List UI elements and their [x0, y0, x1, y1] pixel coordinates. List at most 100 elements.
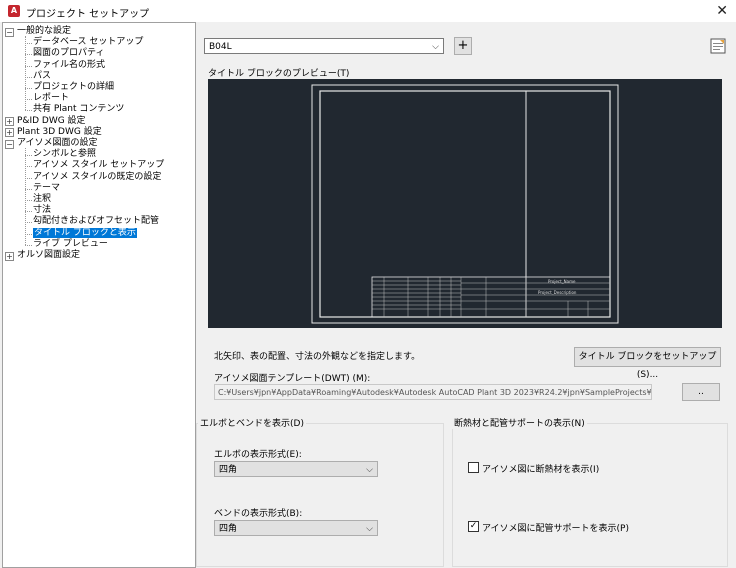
tree-item[interactable]: 寸法: [33, 205, 51, 216]
tree-connector: [25, 110, 32, 112]
title-bar: A プロジェクト セットアップ ✕: [0, 0, 736, 22]
bend-style-label: ベンドの表示形式(B):: [214, 509, 303, 519]
tree-connector: [25, 36, 26, 111]
tree-item[interactable]: タイトル ブロックと表示: [33, 227, 137, 239]
template-label: アイソメ図面テンプレート(DWT) (M):: [214, 374, 371, 384]
elbow-style-value: 四角: [219, 465, 238, 475]
show-insulation-checkbox[interactable]: [468, 462, 479, 473]
settings-panel: B04L ⌵ + タイトル ブロックのプレビュー(T) Project_Name…: [196, 22, 736, 568]
style-select[interactable]: B04L ⌵: [204, 38, 444, 54]
tree-connector: [25, 166, 32, 168]
insulation-group-title: 断熱材と配管サポートの表示(N): [452, 416, 587, 429]
tree-connector: [25, 222, 32, 224]
tree-item-label: データベース セットアップ: [33, 37, 144, 48]
tree-connector: [25, 177, 32, 179]
tree-item-label: 勾配付きおよびオフセット配管: [33, 216, 160, 227]
titleblock-project-desc: Project_Description: [538, 290, 577, 295]
tree-item-label: Plant 3D DWG 設定: [17, 126, 102, 137]
tree-item-label: 寸法: [33, 205, 52, 216]
style-select-value: B04L: [209, 42, 232, 52]
setup-titleblock-button[interactable]: タイトル ブロックをセットアップ(S)...: [574, 347, 721, 380]
titleblock-project-name: Project_Name: [548, 279, 576, 284]
tree-item[interactable]: アイソメ スタイル セットアップ: [33, 160, 164, 171]
elbow-group-title: エルボとベンドを表示(D): [198, 416, 306, 429]
tree-item-label: 一般的な設定: [17, 26, 72, 36]
tree-item-label: シンボルと参照: [33, 149, 97, 160]
tree-connector: [25, 65, 32, 67]
expand-icon[interactable]: +: [5, 251, 14, 261]
expand-icon[interactable]: +: [5, 117, 14, 127]
tree-item[interactable]: オルソ図面設定: [17, 250, 80, 261]
tree-connector: [25, 244, 32, 246]
tree-connector: [25, 200, 32, 201]
tree-item[interactable]: テーマ: [33, 183, 60, 194]
bend-style-select[interactable]: 四角 ⌵: [214, 520, 378, 536]
template-path-field[interactable]: C:¥Users¥jpn¥AppData¥Roaming¥Autodesk¥Au…: [214, 384, 652, 400]
tree-item[interactable]: 注釈: [33, 194, 51, 205]
tree-item-label: アイソメ図面の設定: [17, 138, 98, 148]
app-icon: A: [8, 5, 20, 17]
collapse-icon[interactable]: −: [5, 27, 14, 37]
preview-label: タイトル ブロックのプレビュー(T): [208, 69, 350, 79]
tree-connector: [25, 188, 32, 190]
tree-connector: [25, 54, 32, 56]
show-supports-checkbox[interactable]: ✓: [468, 521, 479, 532]
tree-item-label: パス: [33, 70, 52, 81]
tree-item-label: ライブ プレビュー: [33, 238, 108, 249]
elbow-groupbox: [196, 423, 444, 567]
tree-item[interactable]: パス: [33, 71, 51, 82]
tree-item[interactable]: 勾配付きおよびオフセット配管: [33, 216, 159, 227]
tree-item-label: ファイル名の形式: [33, 59, 106, 70]
chevron-down-icon: ⌵: [366, 465, 373, 475]
tree-item[interactable]: レポート: [33, 93, 69, 104]
tree-item-label: 注釈: [33, 194, 52, 204]
expand-icon[interactable]: +: [5, 128, 14, 138]
tree-item[interactable]: 共有 Plant コンテンツ: [33, 104, 124, 115]
edit-icon[interactable]: [710, 38, 726, 54]
settings-tree[interactable]: 一般的な設定 − データベース セットアップ 図面のプロパティ ファイル名の形式 パス プロ…: [2, 22, 196, 568]
tree-item-label: レポート: [33, 93, 70, 104]
tree-connector: [25, 88, 32, 89]
tree-item-label: プロジェクトの詳細: [33, 82, 115, 92]
tree-item-label: テーマ: [33, 182, 61, 193]
tree-item[interactable]: アイソメ スタイルの既定の設定: [33, 172, 161, 183]
tree-connector: [25, 76, 32, 78]
close-button[interactable]: ✕: [716, 2, 728, 20]
tree-item-label: 図面のプロパティ: [33, 48, 105, 59]
tree-item-label: タイトル ブロックと表示: [33, 227, 137, 238]
tree-item-label: P&ID DWG 設定: [17, 115, 86, 126]
elbow-style-label: エルボの表示形式(E):: [214, 450, 302, 460]
tree-item-label: アイソメ スタイル セットアップ: [33, 160, 165, 171]
tree-item[interactable]: 図面のプロパティ: [33, 48, 104, 59]
chevron-down-icon: ⌵: [366, 524, 373, 534]
tree-item[interactable]: シンボルと参照: [33, 149, 96, 160]
tree-item[interactable]: アイソメ図面の設定: [17, 138, 98, 149]
tree-connector: [25, 233, 32, 235]
elbow-style-select[interactable]: 四角 ⌵: [214, 461, 378, 477]
description-text: 北矢印、表の配置、寸法の外観などを指定します。: [214, 352, 421, 362]
tree-connector: [25, 99, 32, 101]
tree-connector: [25, 155, 32, 157]
titleblock-drawing: [311, 84, 619, 324]
show-insulation-label: アイソメ図に断熱材を表示(I): [482, 465, 600, 475]
tree-item-label: 共有 Plant コンテンツ: [33, 104, 125, 115]
titleblock-preview: Project_Name Project_Description: [208, 79, 722, 328]
tree-item[interactable]: ライブ プレビュー: [33, 239, 108, 250]
tree-item[interactable]: P&ID DWG 設定: [17, 116, 86, 127]
insulation-groupbox: [452, 423, 728, 567]
tree-item[interactable]: Plant 3D DWG 設定: [17, 127, 102, 138]
chevron-down-icon: ⌵: [432, 42, 439, 52]
tree-item[interactable]: ファイル名の形式: [33, 60, 105, 71]
tree-item[interactable]: プロジェクトの詳細: [33, 82, 114, 93]
tree-connector: [25, 148, 26, 245]
tree-item-label: オルソ図面設定: [17, 250, 81, 260]
show-supports-label: アイソメ図に配管サポートを表示(P): [482, 524, 630, 534]
tree-item-label: アイソメ スタイルの既定の設定: [33, 171, 162, 182]
tree-connector: [25, 211, 32, 213]
collapse-icon[interactable]: −: [5, 139, 14, 149]
tree-item[interactable]: データベース セットアップ: [33, 37, 143, 48]
window-title: プロジェクト セットアップ: [26, 9, 150, 20]
add-style-button[interactable]: +: [454, 37, 472, 55]
bend-style-value: 四角: [219, 524, 238, 534]
browse-button[interactable]: ..: [682, 383, 720, 401]
